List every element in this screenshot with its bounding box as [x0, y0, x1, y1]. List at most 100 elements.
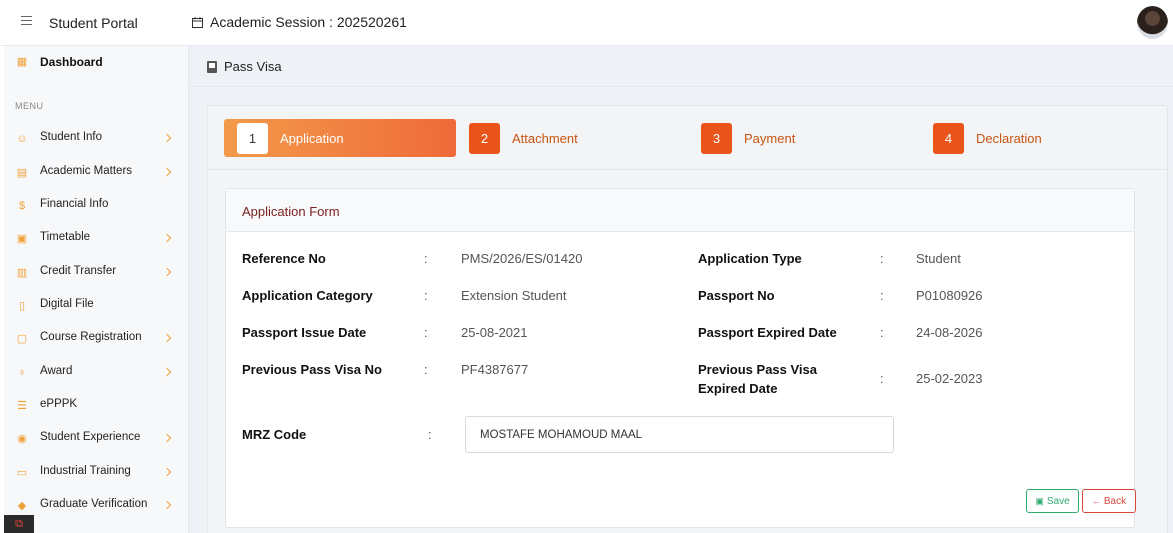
step-label: Declaration — [976, 130, 1042, 146]
step-payment[interactable]: 3 Payment — [701, 119, 795, 157]
divider — [189, 86, 1173, 87]
chevron-right-icon — [162, 267, 172, 277]
globe-icon: ◉ — [17, 433, 27, 445]
passport-expired-date-label: Passport Expired Date — [698, 325, 837, 340]
application-form: Application Form Reference No : PMS/2026… — [225, 188, 1136, 528]
dollar-icon: $ — [18, 200, 26, 212]
application-type-value: Student — [916, 251, 961, 266]
sidebar-item-label: Digital File — [40, 298, 94, 310]
colon: : — [424, 325, 428, 340]
prev-pass-visa-no-value: PF4387677 — [461, 362, 529, 377]
mrz-code-label: MRZ Code — [242, 427, 307, 442]
chevron-right-icon — [162, 500, 172, 510]
chevron-right-icon — [162, 333, 172, 343]
save-button[interactable]: ▣ Save — [1026, 489, 1079, 513]
sidebar-item-award[interactable]: ♀ Award — [0, 361, 189, 385]
layout-icon: ▤ — [16, 167, 28, 179]
sidebar-item-label: Credit Transfer — [40, 265, 117, 277]
step-declaration[interactable]: 4 Declaration — [933, 119, 1042, 157]
form-title: Application Form — [242, 204, 340, 219]
passport-no-label: Passport No — [698, 288, 775, 303]
save-icon: ▣ — [1035, 495, 1044, 506]
colon: : — [880, 251, 884, 266]
application-category-label: Application Category — [242, 288, 373, 303]
colon: : — [880, 288, 884, 303]
brand-title: Student Portal — [49, 15, 138, 31]
sidebar: ▦ Dashboard MENU ☺ Student Info ▤ Academ… — [0, 46, 189, 533]
sidebar-item-course-registration[interactable]: ▢ Course Registration — [0, 327, 189, 351]
chevron-right-icon — [162, 233, 172, 243]
prev-pass-visa-expired-label: Previous Pass Visa Expired Date — [698, 362, 818, 396]
colon: : — [880, 325, 884, 340]
passport-expired-date-value: 24-08-2026 — [916, 325, 983, 340]
sidebar-item-label: ePPPK — [40, 398, 78, 410]
sidebar-item-label: Student Experience — [40, 431, 141, 443]
sidebar-item-credit-transfer[interactable]: ▥ Credit Transfer — [0, 261, 189, 285]
colon: : — [880, 371, 884, 386]
step-label: Application — [280, 130, 344, 146]
clipboard-icon: ▢ — [16, 333, 28, 345]
back-button[interactable]: ← Back — [1082, 489, 1136, 513]
save-button-label: Save — [1046, 495, 1070, 507]
user-icon: ☺ — [16, 133, 28, 145]
sidebar-item-academic-matters[interactable]: ▤ Academic Matters — [0, 161, 189, 185]
passport-issue-date-label: Passport Issue Date — [242, 325, 367, 340]
step-application[interactable]: 1 Application — [224, 119, 456, 157]
sidebar-item-student-experience[interactable]: ◉ Student Experience — [0, 427, 189, 451]
sidebar-item-dashboard[interactable]: ▦ Dashboard — [0, 46, 189, 80]
academic-session: Academic Session : 202520261 — [192, 14, 407, 30]
chevron-right-icon — [162, 433, 172, 443]
calendar-icon — [192, 16, 203, 28]
sidebar-item-epppk[interactable]: ☰ ePPPK — [0, 394, 189, 418]
reference-no-label: Reference No — [242, 251, 326, 266]
file-icon: ▯ — [18, 300, 26, 312]
sidebar-item-label: Dashboard — [40, 55, 103, 69]
sidebar-item-label: Industrial Training — [40, 465, 131, 477]
sidebar-item-timetable[interactable]: ▣ Timetable — [0, 227, 189, 251]
colon: : — [428, 427, 432, 442]
colon: : — [424, 362, 428, 377]
step-label: Payment — [744, 130, 796, 146]
avatar[interactable] — [1137, 6, 1168, 39]
menu-section-title: MENU — [15, 101, 44, 111]
sidebar-item-label: Financial Info — [40, 198, 109, 210]
sidebar-item-label: Graduate Verification — [40, 498, 148, 510]
pass-visa-card: 1 Application 2 Attachment 3 Payment 4 D… — [207, 105, 1169, 533]
chevron-right-icon — [162, 467, 172, 477]
step-number: 2 — [469, 122, 500, 154]
mrz-code-input[interactable] — [465, 416, 894, 453]
step-label: Attachment — [512, 130, 578, 146]
step-number: 3 — [701, 122, 732, 154]
session-text: Academic Session : 202520261 — [210, 14, 407, 30]
application-type-label: Application Type — [698, 251, 802, 266]
chevron-right-icon — [162, 167, 172, 177]
sidebar-item-financial-info[interactable]: $ Financial Info — [0, 194, 189, 218]
sidebar-item-digital-file[interactable]: ▯ Digital File — [0, 294, 189, 318]
sidebar-item-industrial-training[interactable]: ▭ Industrial Training — [0, 461, 189, 485]
prev-pass-visa-no-label: Previous Pass Visa No — [242, 362, 382, 377]
chevron-right-icon — [162, 133, 172, 143]
sidebar-item-label: Student Info — [40, 131, 103, 143]
calendar-icon: ▣ — [16, 233, 28, 245]
sidebar-item-label: Timetable — [40, 231, 91, 243]
page-title: Pass Visa — [224, 59, 282, 74]
hamburger-menu-icon[interactable] — [21, 16, 32, 27]
gem-icon: ◆ — [17, 500, 27, 512]
list-icon: ☰ — [17, 400, 27, 412]
prev-pass-visa-expired-value: 25-02-2023 — [916, 371, 983, 386]
colon: : — [424, 288, 428, 303]
sidebar-item-label: Award — [40, 365, 73, 377]
step-number: 1 — [237, 122, 268, 154]
reference-no-value: PMS/2026/ES/01420 — [461, 251, 583, 266]
grid-icon: ▦ — [16, 56, 28, 68]
top-bar: Student Portal Academic Session : 202520… — [0, 0, 1173, 46]
award-icon: ♀ — [17, 367, 27, 379]
form-header: Application Form — [226, 189, 1134, 232]
breadcrumb: Pass Visa — [207, 59, 282, 74]
wizard-steps: 1 Application 2 Attachment 3 Payment 4 D… — [208, 106, 1169, 170]
application-category-value: Extension Student — [461, 288, 567, 303]
step-attachment[interactable]: 2 Attachment — [469, 119, 578, 157]
sidebar-item-student-info[interactable]: ☺ Student Info — [0, 127, 189, 151]
step-number: 4 — [933, 122, 964, 154]
back-button-label: Back — [1103, 495, 1127, 507]
